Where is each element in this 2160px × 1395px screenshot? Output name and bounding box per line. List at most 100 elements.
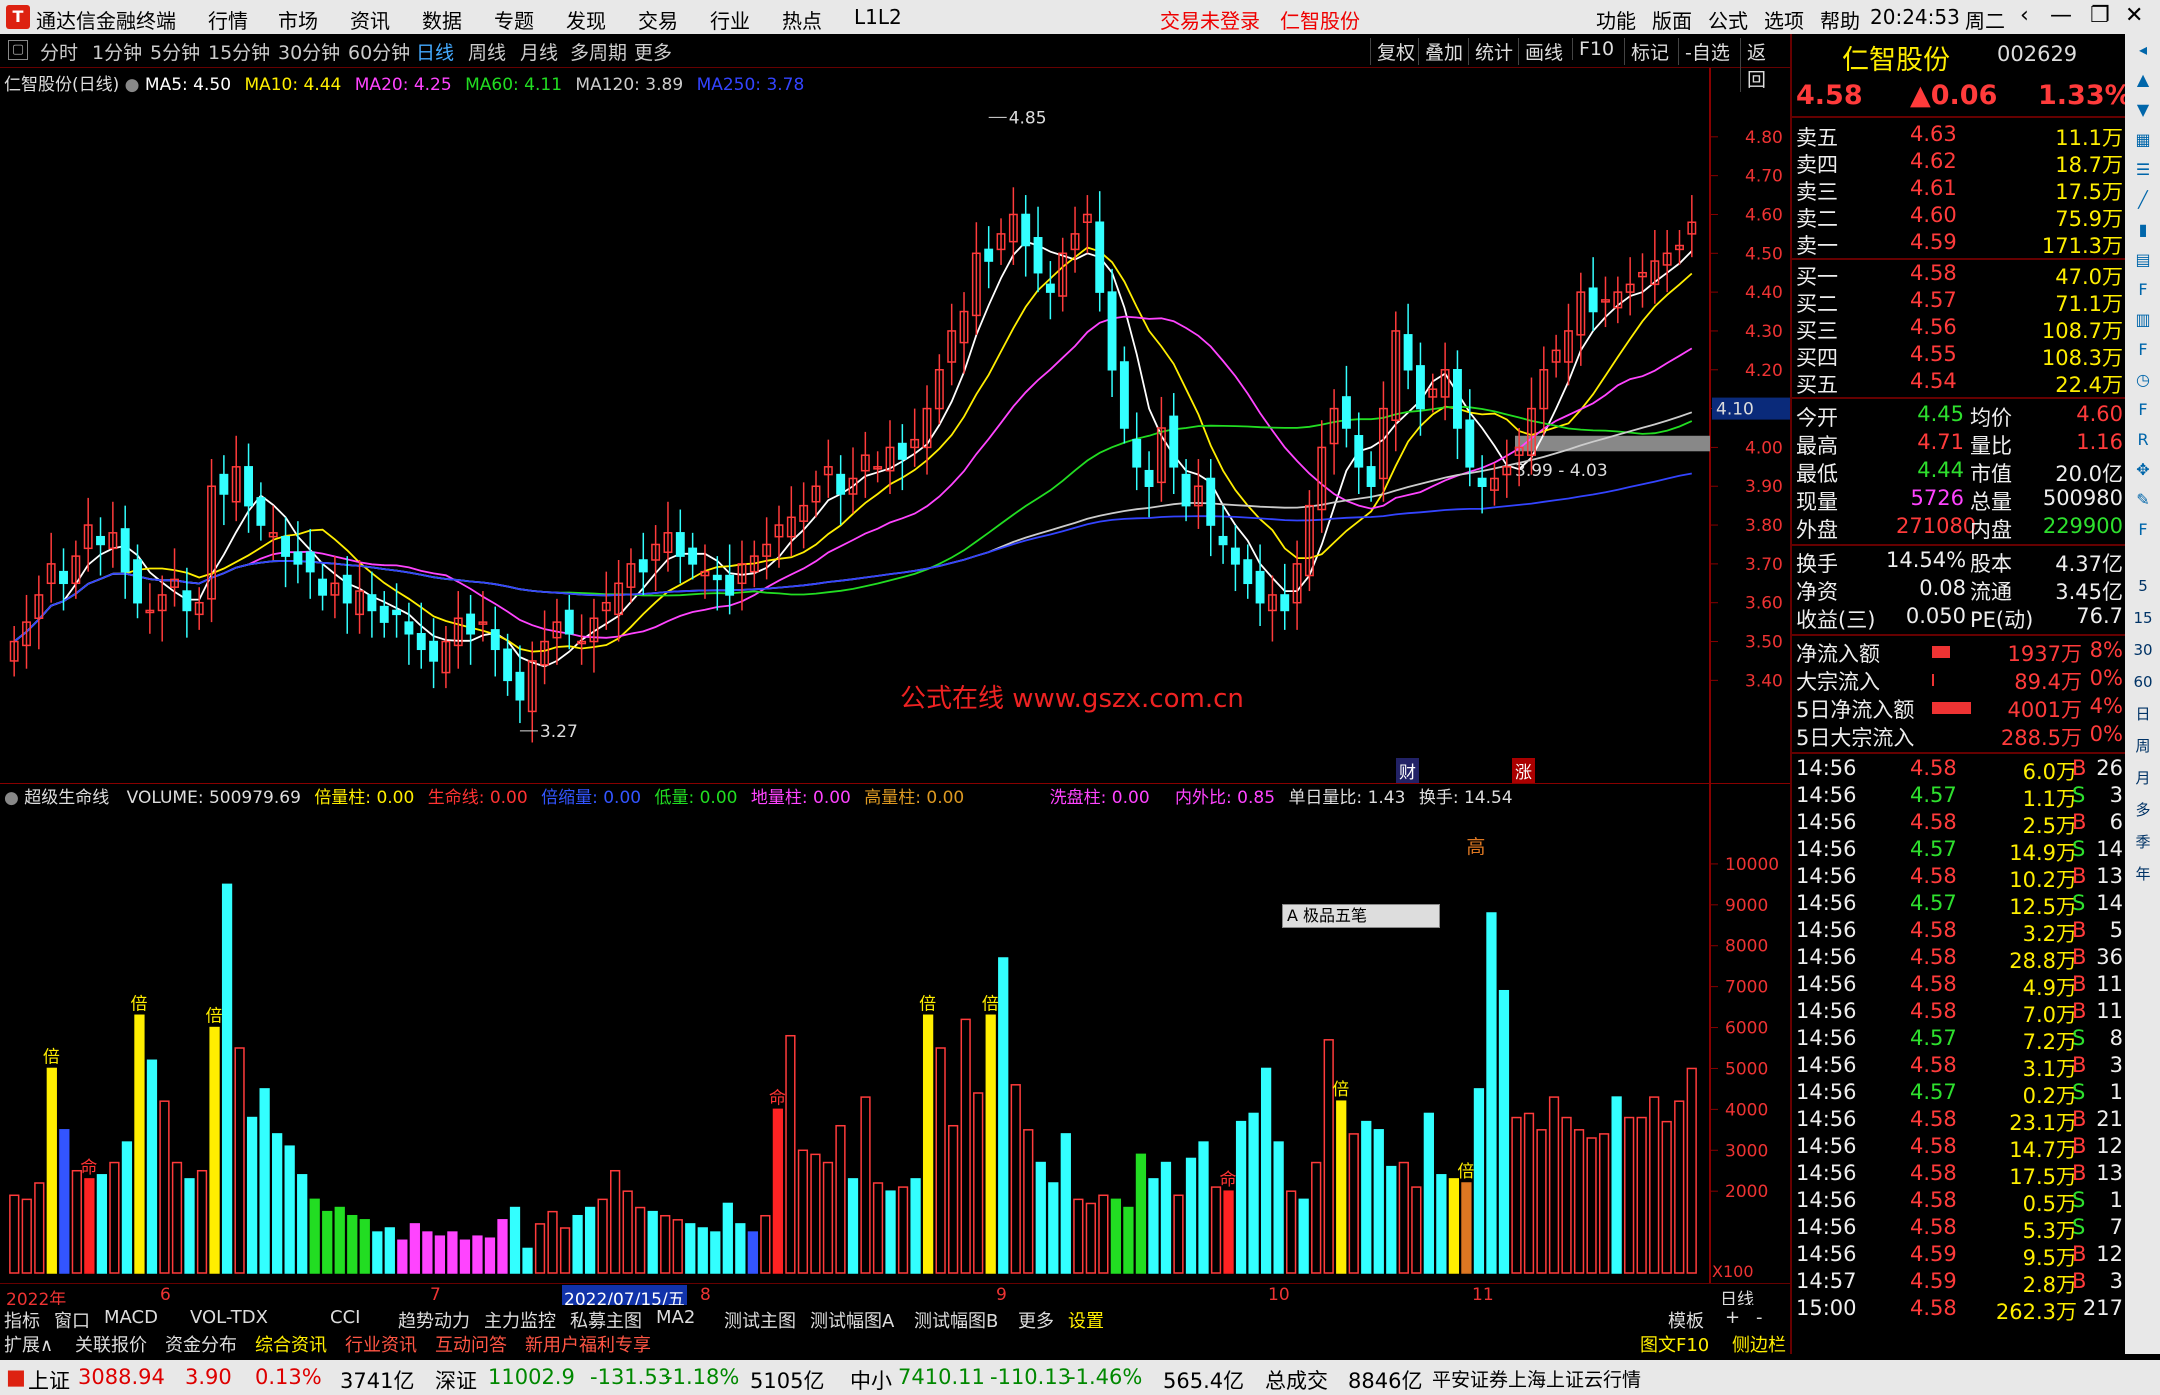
menu-4[interactable]: 专题: [494, 5, 534, 34]
tool-1[interactable]: 叠加: [1418, 38, 1469, 65]
side-period-1[interactable]: 15: [2131, 606, 2155, 630]
nav-back-icon[interactable]: ◂: [2131, 38, 2155, 62]
stat-row: 今开 4.45 均价 4.60: [1792, 402, 2127, 430]
zx-label[interactable]: 中小: [850, 1365, 892, 1395]
clock-icon[interactable]: ◷: [2131, 368, 2155, 392]
nav-up-icon[interactable]: ▲: [2131, 68, 2155, 92]
tool-6[interactable]: -自选: [1678, 38, 1736, 65]
menu-6[interactable]: 交易: [638, 5, 678, 34]
period-6[interactable]: 日线: [416, 38, 454, 65]
tool-4[interactable]: F10: [1572, 38, 1620, 60]
login-status[interactable]: 交易未登录: [1160, 5, 1260, 34]
right-menu-4[interactable]: 帮助: [1820, 5, 1860, 34]
candle-body: [305, 551, 315, 573]
period-0[interactable]: 分时: [40, 38, 78, 65]
right-menu-3[interactable]: 选项: [1764, 5, 1804, 34]
menu-8[interactable]: 热点: [782, 5, 822, 34]
period-3[interactable]: 15分钟: [208, 38, 270, 65]
candlestick-plot[interactable]: 4.80 4.70 4.60 4.50 4.40 4.30 4.20 4.10 4.00 3.90…: [0, 68, 1790, 783]
nav-down-icon[interactable]: ▼: [2131, 98, 2155, 122]
f5b-icon[interactable]: F: [2131, 518, 2155, 542]
side-period-9[interactable]: 年: [2131, 862, 2155, 886]
menu-3[interactable]: 数据: [422, 5, 462, 34]
extension-tab-6[interactable]: 新用户福利专享: [525, 1331, 651, 1357]
zhang-marker[interactable]: 涨: [1512, 758, 1535, 783]
rsi-icon[interactable]: R: [2131, 428, 2155, 452]
tool-3[interactable]: 画线: [1518, 38, 1569, 65]
tool-0[interactable]: 复权: [1370, 38, 1421, 65]
side-period-5[interactable]: 周: [2131, 734, 2155, 758]
f10-icon[interactable]: F: [2131, 278, 2155, 302]
vol-bar: [1548, 1096, 1560, 1274]
side-period-4[interactable]: 日: [2131, 702, 2155, 726]
sh-label[interactable]: 上证: [28, 1365, 70, 1395]
extension-tab-right-0[interactable]: 图文F10: [1640, 1331, 1709, 1357]
tool-5[interactable]: 标记: [1624, 38, 1675, 65]
indicator-tab-4[interactable]: CCI: [330, 1307, 360, 1328]
period-8[interactable]: 月线: [520, 38, 558, 65]
move-icon[interactable]: ✥: [2131, 458, 2155, 482]
pen-icon[interactable]: ✎: [2131, 488, 2155, 512]
restore-icon[interactable]: ❐: [2090, 3, 2110, 28]
side-period-7[interactable]: 多: [2131, 798, 2155, 822]
cai-marker[interactable]: 财: [1396, 758, 1419, 783]
extension-tab-4[interactable]: 行业资讯: [345, 1331, 417, 1357]
price-chart[interactable]: 仁智股份(日线) ● MA5: 4.50 MA10: 4.44 MA20: 4.…: [0, 68, 1790, 783]
chart-icon[interactable]: ▦: [2131, 128, 2155, 152]
extension-tab-5[interactable]: 互动问答: [435, 1331, 507, 1357]
period-9[interactable]: 多周期: [570, 38, 627, 65]
broker-name[interactable]: 平安证券上海上证云行情: [1432, 1365, 1641, 1392]
candle-icon[interactable]: ▮: [2131, 218, 2155, 242]
panel-toggle-icon[interactable]: ▢: [8, 40, 28, 60]
f2-icon[interactable]: F: [2131, 338, 2155, 362]
volume-chart[interactable]: ● 超级生命线 VOLUME: 500979.69 倍量柱: 0.00 生命线:…: [0, 783, 1790, 1283]
extension-tab-2[interactable]: 资金分布: [165, 1331, 237, 1357]
side-period-3[interactable]: 60: [2131, 670, 2155, 694]
period-10[interactable]: 更多: [634, 38, 672, 65]
tool-2[interactable]: 统计: [1468, 38, 1519, 65]
minimize-icon[interactable]: —: [2050, 3, 2072, 28]
menu-5[interactable]: 发现: [566, 5, 606, 34]
side-period-6[interactable]: 月: [2131, 766, 2155, 790]
period-5[interactable]: 60分钟: [348, 38, 410, 65]
sz-label[interactable]: 深证: [435, 1365, 477, 1395]
menu-7[interactable]: 行业: [710, 5, 750, 34]
period-7[interactable]: 周线: [468, 38, 506, 65]
bar-icon[interactable]: ▥: [2131, 308, 2155, 332]
indicator-tab-2[interactable]: MACD: [104, 1307, 158, 1328]
period-1[interactable]: 1分钟: [92, 38, 142, 65]
side-period-0[interactable]: 5: [2131, 574, 2155, 598]
side-period-8[interactable]: 季: [2131, 830, 2155, 854]
extension-tab-1[interactable]: 关联报价: [75, 1331, 147, 1357]
volume-plot[interactable]: 10000 9000 8000 7000 6000 5000 4000 3000 2000 X10…: [0, 783, 1790, 1283]
ime-floatbox[interactable]: A 极品五笔: [1282, 904, 1440, 928]
list-icon[interactable]: ☰: [2131, 158, 2155, 182]
stock-link[interactable]: 仁智股份: [1280, 5, 1360, 34]
indicator-tab-3[interactable]: VOL-TDX: [190, 1307, 268, 1328]
back-icon[interactable]: ‹: [2020, 3, 2029, 28]
line-icon[interactable]: ╱: [2131, 188, 2155, 212]
right-menu-1[interactable]: 版面: [1652, 5, 1692, 34]
indicator-tab-8[interactable]: MA2: [656, 1307, 695, 1328]
right-menu-0[interactable]: 功能: [1596, 5, 1636, 34]
f5-icon[interactable]: F: [2131, 398, 2155, 422]
stat-value: 500980: [2042, 486, 2123, 510]
vol-bar: [1073, 1198, 1084, 1274]
right-menu-2[interactable]: 公式: [1708, 5, 1748, 34]
extension-tab-3[interactable]: 综合资讯: [255, 1331, 327, 1357]
vol-bar: [1060, 1133, 1071, 1274]
indicator-tab-right-1[interactable]: +: [1725, 1307, 1740, 1328]
tick-direction: S: [2072, 1188, 2086, 1212]
period-2[interactable]: 5分钟: [150, 38, 200, 65]
close-icon[interactable]: ✕: [2125, 3, 2143, 28]
menu-2[interactable]: 资讯: [350, 5, 390, 34]
menu-0[interactable]: 行情: [208, 5, 248, 34]
menu-1[interactable]: 市场: [278, 5, 318, 34]
indicator-tab-right-2[interactable]: -: [1756, 1307, 1763, 1328]
period-4[interactable]: 30分钟: [278, 38, 340, 65]
side-period-2[interactable]: 30: [2131, 638, 2155, 662]
grid-icon[interactable]: ▤: [2131, 248, 2155, 272]
vol-bar: [610, 1169, 621, 1274]
extension-tab-0[interactable]: 扩展∧: [4, 1331, 53, 1357]
menu-9[interactable]: L1L2: [854, 5, 902, 29]
